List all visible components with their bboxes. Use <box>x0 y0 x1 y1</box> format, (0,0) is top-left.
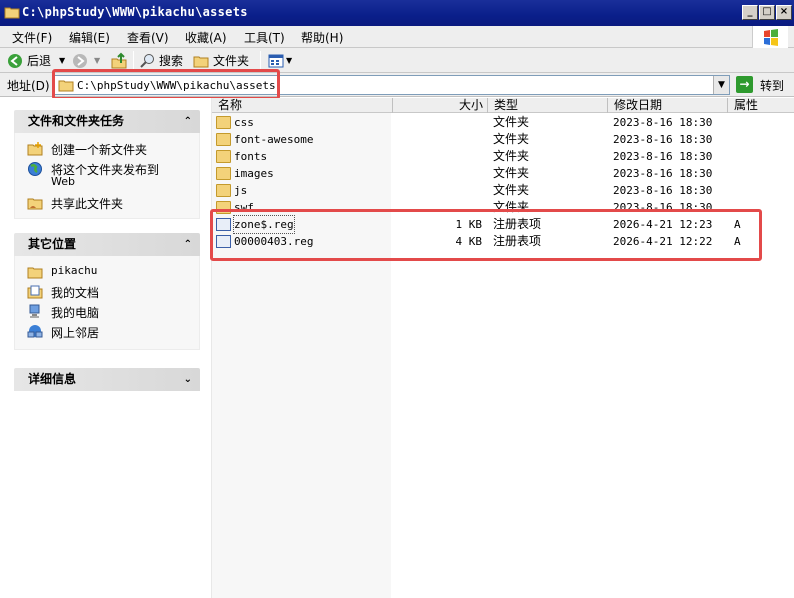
go-arrow-icon: → <box>736 76 753 93</box>
toolbar-separator <box>260 51 261 70</box>
highlight-box-reg-files <box>210 209 762 261</box>
place-pikachu-label: pikachu <box>51 264 98 277</box>
menu-file[interactable]: 文件(F) <box>12 29 52 46</box>
places-panel: 其它位置 ⌃ pikachu 我的文档 我的电脑 网上邻居 <box>14 233 200 350</box>
file-list: 名称 大小 类型 修改日期 属性 css 文件夹 2023-8-16 18:30 fo… <box>212 98 794 598</box>
minimize-button[interactable]: _ <box>742 5 758 20</box>
menu-edit[interactable]: 编辑(E) <box>69 29 110 46</box>
back-dropdown-icon[interactable]: ▼ <box>59 52 65 70</box>
my-documents-icon <box>27 285 43 299</box>
file-type: 文件夹 <box>493 166 530 180</box>
publish-web-icon <box>28 162 42 176</box>
places-panel-body: pikachu 我的文档 我的电脑 网上邻居 <box>14 256 200 350</box>
back-label: 后退 <box>27 54 52 68</box>
file-name: js <box>234 184 248 197</box>
table-row[interactable]: images 文件夹 2023-8-16 18:30 <box>212 165 794 182</box>
column-header: 名称 大小 类型 修改日期 属性 <box>212 98 794 113</box>
folder-icon <box>27 267 43 279</box>
menu-view[interactable]: 查看(V) <box>127 29 169 46</box>
network-icon <box>27 325 43 338</box>
folder-icon <box>216 167 231 180</box>
window-title: C:\phpStudy\WWW\pikachu\assets <box>22 5 248 19</box>
file-modified-date: 2023-8-16 18:30 <box>613 133 713 146</box>
views-dropdown-icon[interactable]: ▼ <box>286 52 292 70</box>
go-label: 转到 <box>760 79 785 93</box>
expand-icon[interactable]: ⌄ <box>184 368 192 391</box>
address-label: 地址(D) <box>7 79 50 93</box>
new-folder-icon <box>27 142 43 156</box>
maximize-button[interactable]: □ <box>759 5 775 20</box>
column-name[interactable]: 名称 <box>212 98 393 113</box>
details-panel: 详细信息 ⌄ <box>14 368 200 391</box>
tasks-panel-body: 创建一个新文件夹 将这个文件夹发布到 Web 共享此文件夹 <box>14 133 200 219</box>
file-type: 文件夹 <box>493 115 530 129</box>
folder-icon <box>216 133 231 146</box>
tasks-panel-title: 文件和文件夹任务 <box>28 114 125 128</box>
column-type[interactable]: 类型 <box>488 98 608 113</box>
menu-tools[interactable]: 工具(T) <box>244 29 285 46</box>
file-name: images <box>234 167 274 180</box>
folders-icon <box>193 56 209 68</box>
collapse-icon[interactable]: ⌃ <box>184 110 192 133</box>
file-type: 文件夹 <box>493 183 530 197</box>
table-row[interactable]: font-awesome 文件夹 2023-8-16 18:30 <box>212 131 794 148</box>
file-modified-date: 2023-8-16 18:30 <box>613 184 713 197</box>
tasks-panel: 文件和文件夹任务 ⌃ 创建一个新文件夹 将这个文件夹发布到 Web 共享此文件夹 <box>14 110 200 219</box>
place-network-label: 网上邻居 <box>51 326 100 340</box>
place-my-documents-label: 我的文档 <box>51 286 100 300</box>
task-share-folder-label: 共享此文件夹 <box>51 197 124 211</box>
windows-logo-icon <box>752 26 788 50</box>
toolbar-separator <box>133 51 134 70</box>
up-folder-button[interactable] <box>110 52 128 70</box>
views-icon <box>268 54 284 68</box>
go-button[interactable]: → 转到 <box>736 75 792 95</box>
folder-icon <box>216 184 231 197</box>
folder-icon <box>4 5 20 19</box>
collapse-icon[interactable]: ⌃ <box>184 233 192 256</box>
tasks-panel-header[interactable]: 文件和文件夹任务 ⌃ <box>14 110 200 133</box>
column-date[interactable]: 修改日期 <box>608 98 728 113</box>
file-name: fonts <box>234 150 268 163</box>
back-arrow-icon <box>8 54 22 68</box>
file-modified-date: 2023-8-16 18:30 <box>613 150 713 163</box>
address-dropdown-icon[interactable]: ▼ <box>713 76 729 94</box>
menu-help[interactable]: 帮助(H) <box>301 29 343 46</box>
folders-label: 文件夹 <box>213 54 250 68</box>
forward-arrow-icon <box>73 54 87 68</box>
up-folder-icon <box>111 52 127 69</box>
highlight-box-address <box>52 69 280 100</box>
table-row[interactable]: fonts 文件夹 2023-8-16 18:30 <box>212 148 794 165</box>
column-size[interactable]: 大小 <box>393 98 488 113</box>
details-panel-header[interactable]: 详细信息 ⌄ <box>14 368 200 391</box>
details-panel-title: 详细信息 <box>28 372 77 386</box>
table-row[interactable]: css 文件夹 2023-8-16 18:30 <box>212 114 794 131</box>
title-bar: C:\phpStudy\WWW\pikachu\assets _ □ × <box>0 0 794 26</box>
task-new-folder-label: 创建一个新文件夹 <box>51 143 148 157</box>
search-label: 搜索 <box>159 54 184 68</box>
folder-icon <box>216 150 231 163</box>
file-name: css <box>234 116 254 129</box>
file-modified-date: 2023-8-16 18:30 <box>613 167 713 180</box>
column-attributes[interactable]: 属性 <box>728 98 788 113</box>
close-button[interactable]: × <box>776 5 792 20</box>
places-panel-header[interactable]: 其它位置 ⌃ <box>14 233 200 256</box>
table-row[interactable]: js 文件夹 2023-8-16 18:30 <box>212 182 794 199</box>
file-type: 文件夹 <box>493 132 530 146</box>
place-my-computer-label: 我的电脑 <box>51 306 100 320</box>
task-pane: 文件和文件夹任务 ⌃ 创建一个新文件夹 将这个文件夹发布到 Web 共享此文件夹… <box>0 98 212 598</box>
menu-bar: 文件(F) 编辑(E) 查看(V) 收藏(A) 工具(T) 帮助(H) <box>0 26 794 50</box>
my-computer-icon <box>29 304 40 318</box>
file-name: font-awesome <box>234 133 314 146</box>
forward-dropdown-icon[interactable]: ▼ <box>94 52 100 70</box>
folder-icon <box>216 116 231 129</box>
share-folder-icon <box>27 198 43 210</box>
file-type: 文件夹 <box>493 149 530 163</box>
search-icon <box>140 54 154 68</box>
task-publish-web-label2: Web <box>51 175 75 188</box>
menu-favorites[interactable]: 收藏(A) <box>185 29 227 46</box>
file-modified-date: 2023-8-16 18:30 <box>613 116 713 129</box>
places-panel-title: 其它位置 <box>28 237 77 251</box>
